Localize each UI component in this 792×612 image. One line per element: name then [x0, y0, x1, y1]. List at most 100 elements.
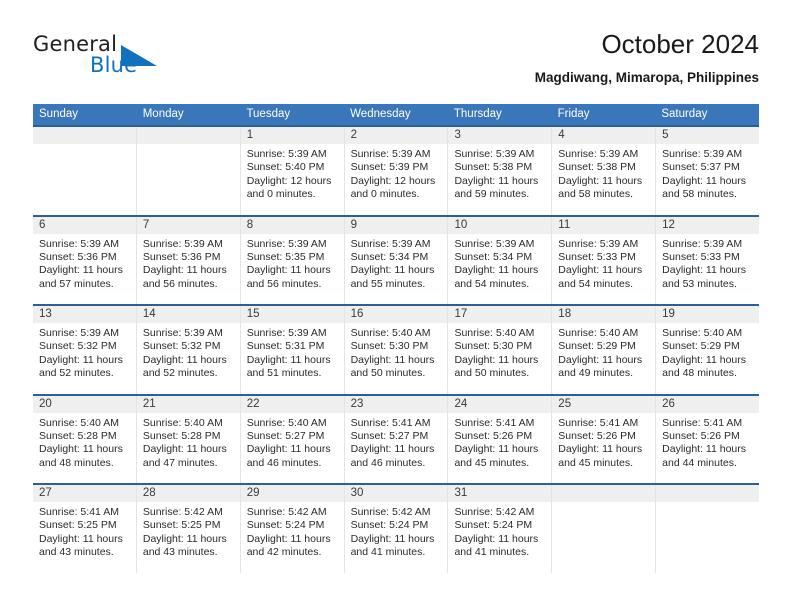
weekday-header-monday: Monday — [142, 108, 184, 120]
daylight-text: Daylight: 12 hours and 0 minutes. — [350, 174, 436, 201]
day-cell[interactable]: 10 Sunrise: 5:39 AM Sunset: 5:34 PM Dayl… — [448, 216, 553, 304]
day-cell[interactable]: 2 Sunrise: 5:39 AM Sunset: 5:39 PM Dayli… — [345, 127, 449, 215]
sunrise-text: Sunrise: 5:39 AM — [350, 237, 431, 250]
day-details: Sunrise: 5:40 AM Sunset: 5:28 PM Dayligh… — [143, 417, 234, 471]
day-number: 19 — [662, 308, 675, 320]
daylight-text: Daylight: 11 hours and 43 minutes. — [142, 532, 227, 559]
daylight-text: Daylight: 11 hours and 43 minutes. — [39, 532, 123, 559]
day-details: Sunrise: 5:39 AM Sunset: 5:32 PM Dayligh… — [143, 327, 234, 381]
sunset-text: Sunset: 5:29 PM — [662, 340, 740, 353]
day-cell[interactable]: 25 Sunrise: 5:41 AM Sunset: 5:26 PM Dayl… — [552, 395, 657, 483]
day-number: 14 — [142, 308, 156, 320]
day-details: Sunrise: 5:42 AM Sunset: 5:24 PM Dayligh… — [454, 506, 545, 560]
day-cell[interactable]: 4 Sunrise: 5:39 AM Sunset: 5:38 PM Dayli… — [552, 127, 657, 215]
day-cell[interactable]: 7 Sunrise: 5:39 AM Sunset: 5:36 PM Dayli… — [137, 216, 241, 304]
sunset-text: Sunset: 5:27 PM — [350, 429, 429, 442]
day-cell[interactable]: 3 Sunrise: 5:39 AM Sunset: 5:38 PM Dayli… — [448, 127, 553, 215]
daylight-text: Daylight: 11 hours and 53 minutes. — [662, 264, 747, 290]
day-cell[interactable]: 9 Sunrise: 5:39 AM Sunset: 5:34 PM Dayli… — [345, 216, 449, 304]
day-cell[interactable]: 17 Sunrise: 5:40 AM Sunset: 5:30 PM Dayl… — [448, 306, 553, 394]
day-details: Sunrise: 5:42 AM Sunset: 5:24 PM Dayligh… — [351, 506, 442, 560]
day-details: Sunrise: 5:41 AM Sunset: 5:26 PM Dayligh… — [558, 417, 649, 471]
day-cell[interactable]: 20 Sunrise: 5:40 AM Sunset: 5:28 PM Dayl… — [33, 395, 137, 483]
day-cell[interactable]: 5 Sunrise: 5:39 AM Sunset: 5:37 PM Dayli… — [656, 127, 759, 215]
sunrise-text: Sunrise: 5:40 AM — [558, 327, 639, 339]
day-cell[interactable]: 13 Sunrise: 5:39 AM Sunset: 5:32 PM Dayl… — [33, 306, 137, 394]
daylight-text: Daylight: 11 hours and 52 minutes. — [142, 353, 227, 380]
day-cell[interactable]: 21 Sunrise: 5:40 AM Sunset: 5:28 PM Dayl… — [137, 395, 241, 483]
day-number: 5 — [662, 129, 669, 141]
sunset-text: Sunset: 5:27 PM — [246, 429, 325, 442]
title-block: October 2024 Magdiwang, Mimaropa, Philip… — [535, 28, 759, 88]
sunrise-text: Sunrise: 5:40 AM — [454, 327, 535, 339]
calendar-page: General Blue October 2024 Magdiwang, Mim… — [0, 0, 792, 612]
daylight-text: Daylight: 11 hours and 48 minutes. — [662, 353, 747, 380]
page-header: General Blue October 2024 Magdiwang, Mim… — [33, 28, 759, 98]
sunset-text: Sunset: 5:24 PM — [454, 519, 533, 532]
day-cell[interactable]: 14 Sunrise: 5:39 AM Sunset: 5:32 PM Dayl… — [137, 306, 241, 394]
general-blue-logo[interactable]: General Blue — [33, 32, 253, 88]
day-cell[interactable]: 26 Sunrise: 5:41 AM Sunset: 5:26 PM Dayl… — [656, 396, 759, 484]
day-cell[interactable]: 22 Sunrise: 5:40 AM Sunset: 5:27 PM Dayl… — [241, 395, 345, 483]
day-cell[interactable]: 27 Sunrise: 5:41 AM Sunset: 5:25 PM Dayl… — [33, 485, 137, 573]
day-details: Sunrise: 5:40 AM Sunset: 5:29 PM Dayligh… — [662, 327, 753, 381]
day-cell[interactable] — [137, 127, 241, 215]
daylight-text: Daylight: 12 hours and 0 minutes. — [246, 174, 332, 201]
weekday-header-thursday: Thursday — [453, 108, 502, 120]
day-details: Sunrise: 5:39 AM Sunset: 5:40 PM Dayligh… — [247, 148, 338, 202]
day-cell[interactable] — [552, 485, 657, 573]
sunset-text: Sunset: 5:30 PM — [454, 340, 533, 353]
day-cell[interactable]: 31 Sunrise: 5:42 AM Sunset: 5:24 PM Dayl… — [448, 485, 553, 573]
day-details: Sunrise: 5:39 AM Sunset: 5:39 PM Dayligh… — [351, 148, 442, 202]
daylight-text: Daylight: 11 hours and 50 minutes. — [350, 353, 435, 380]
sunset-text: Sunset: 5:36 PM — [142, 250, 221, 263]
day-cell[interactable]: 30 Sunrise: 5:42 AM Sunset: 5:24 PM Dayl… — [345, 485, 449, 573]
day-cell[interactable]: 18 Sunrise: 5:40 AM Sunset: 5:29 PM Dayl… — [552, 306, 657, 394]
sunrise-text: Sunrise: 5:42 AM — [350, 506, 431, 518]
sunset-text: Sunset: 5:37 PM — [662, 161, 740, 174]
sunset-text: Sunset: 5:30 PM — [350, 340, 429, 353]
day-details: Sunrise: 5:40 AM Sunset: 5:28 PM Dayligh… — [39, 417, 130, 471]
weekday-header-friday: Friday — [557, 108, 590, 120]
sunrise-text: Sunrise: 5:39 AM — [39, 237, 119, 250]
day-details: Sunrise: 5:41 AM Sunset: 5:26 PM Dayligh… — [454, 417, 545, 471]
day-details: Sunrise: 5:40 AM Sunset: 5:27 PM Dayligh… — [247, 417, 338, 471]
sunrise-text: Sunrise: 5:42 AM — [246, 506, 327, 518]
day-cell[interactable]: 15 Sunrise: 5:39 AM Sunset: 5:31 PM Dayl… — [241, 306, 345, 394]
sunrise-text: Sunrise: 5:42 AM — [454, 506, 535, 518]
day-cell[interactable]: 29 Sunrise: 5:42 AM Sunset: 5:24 PM Dayl… — [241, 485, 345, 573]
sunrise-text: Sunrise: 5:40 AM — [142, 416, 223, 429]
day-cell[interactable]: 23 Sunrise: 5:41 AM Sunset: 5:27 PM Dayl… — [345, 395, 449, 483]
daylight-text: Daylight: 11 hours and 41 minutes. — [454, 532, 539, 559]
day-cell[interactable]: 28 Sunrise: 5:42 AM Sunset: 5:25 PM Dayl… — [137, 485, 241, 573]
day-cell[interactable]: 6 Sunrise: 5:39 AM Sunset: 5:36 PM Dayli… — [33, 216, 137, 304]
day-details: Sunrise: 5:41 AM Sunset: 5:27 PM Dayligh… — [351, 417, 442, 471]
day-cell[interactable] — [33, 127, 137, 215]
day-cell[interactable]: 24 Sunrise: 5:41 AM Sunset: 5:26 PM Dayl… — [448, 395, 553, 483]
day-number: 8 — [246, 218, 254, 231]
sunset-text: Sunset: 5:28 PM — [142, 429, 221, 442]
sunset-text: Sunset: 5:26 PM — [558, 429, 636, 442]
day-details: Sunrise: 5:39 AM Sunset: 5:33 PM Dayligh… — [558, 238, 649, 292]
sunset-text: Sunset: 5:34 PM — [350, 250, 429, 263]
daylight-text: Daylight: 11 hours and 59 minutes. — [454, 174, 539, 201]
day-details: Sunrise: 5:39 AM Sunset: 5:31 PM Dayligh… — [247, 327, 338, 381]
sunrise-text: Sunrise: 5:39 AM — [558, 237, 639, 250]
daylight-text: Daylight: 11 hours and 48 minutes. — [39, 443, 123, 469]
day-cell[interactable]: 11 Sunrise: 5:39 AM Sunset: 5:33 PM Dayl… — [552, 216, 657, 304]
day-cell[interactable]: 12 Sunrise: 5:39 AM Sunset: 5:33 PM Dayl… — [656, 217, 759, 305]
sunrise-text: Sunrise: 5:41 AM — [662, 416, 743, 429]
sunrise-text: Sunrise: 5:42 AM — [142, 506, 223, 518]
logo-text-blue: Blue — [90, 53, 138, 77]
day-number: 9 — [350, 218, 357, 231]
day-cell[interactable]: 16 Sunrise: 5:40 AM Sunset: 5:30 PM Dayl… — [345, 306, 449, 394]
sunset-text: Sunset: 5:29 PM — [558, 340, 636, 353]
day-cell[interactable]: 19 Sunrise: 5:40 AM Sunset: 5:29 PM Dayl… — [656, 306, 759, 394]
day-cell[interactable]: 8 Sunrise: 5:39 AM Sunset: 5:35 PM Dayli… — [241, 216, 345, 304]
day-details: Sunrise: 5:39 AM Sunset: 5:37 PM Dayligh… — [662, 148, 753, 202]
daylight-text: Daylight: 11 hours and 47 minutes. — [142, 443, 227, 469]
day-cell[interactable] — [656, 485, 759, 573]
daylight-text: Daylight: 11 hours and 57 minutes. — [39, 264, 123, 290]
sunrise-text: Sunrise: 5:39 AM — [662, 148, 743, 160]
day-cell[interactable]: 1 Sunrise: 5:39 AM Sunset: 5:40 PM Dayli… — [241, 127, 345, 215]
